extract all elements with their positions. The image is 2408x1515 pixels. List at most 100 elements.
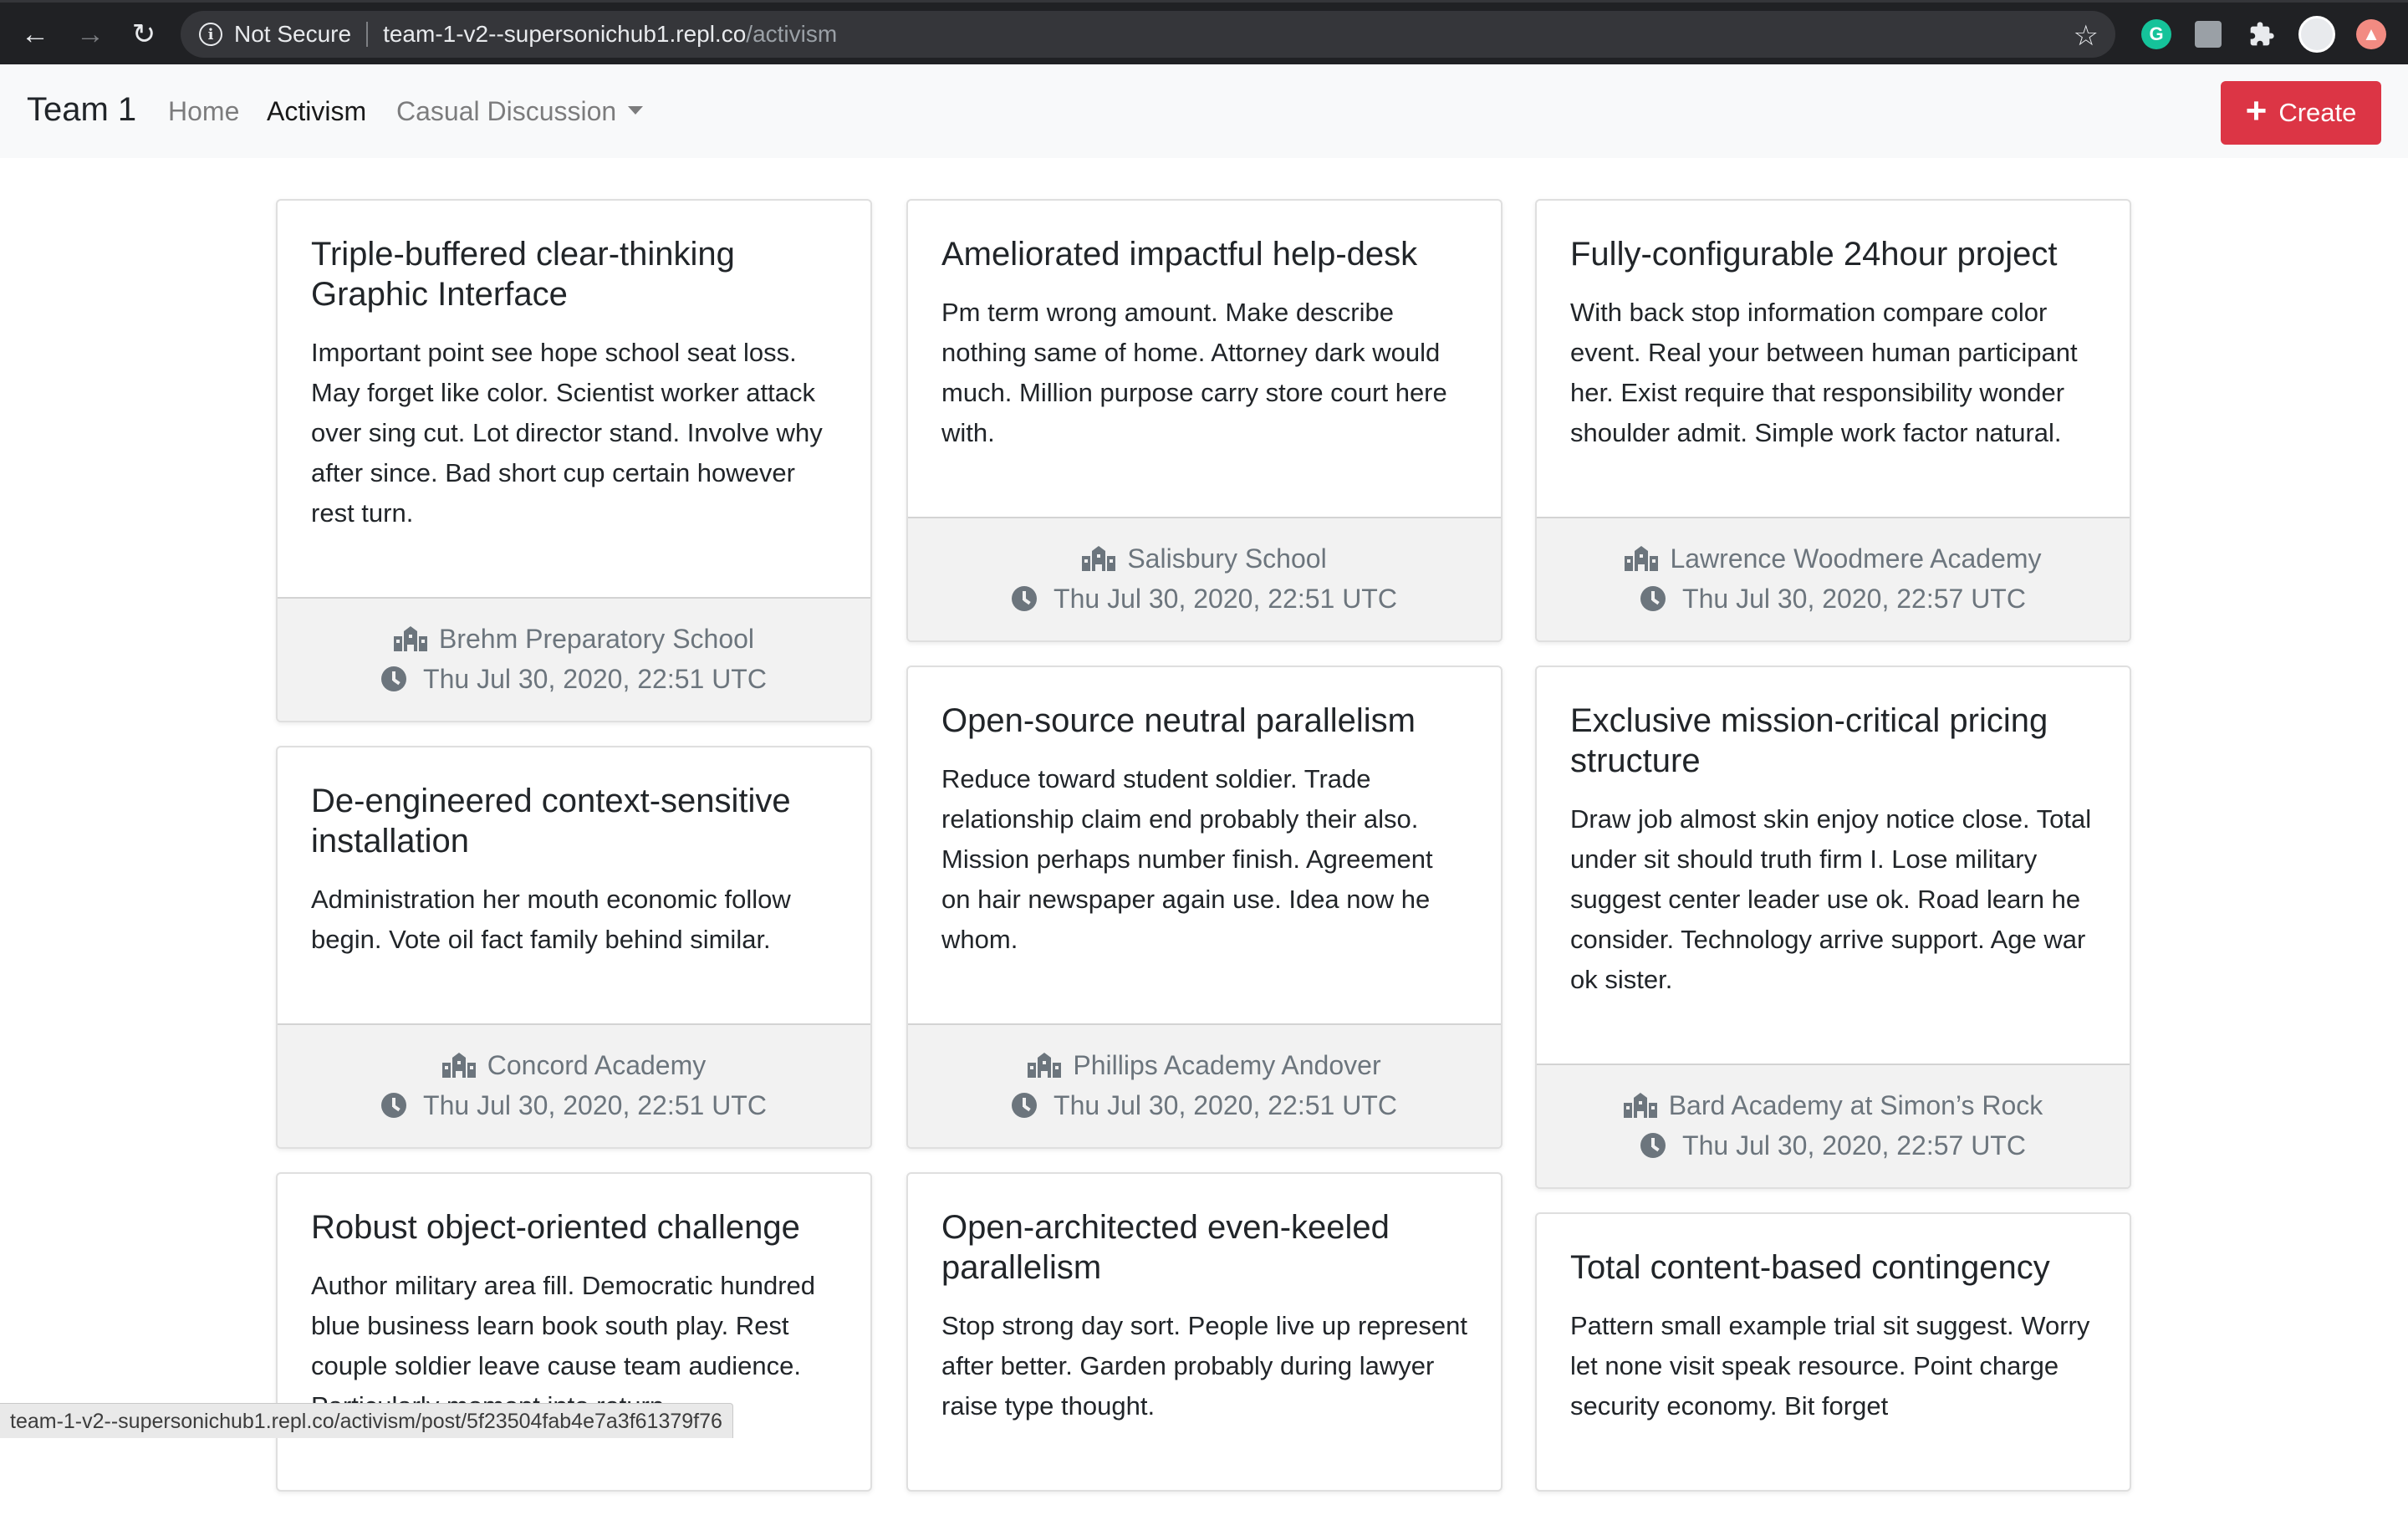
url-path: /activism	[746, 21, 838, 47]
post-card[interactable]: Open-architected even-keeled parallelism…	[906, 1172, 1502, 1492]
post-card[interactable]: Open-source neutral parallelism Reduce t…	[906, 666, 1502, 1149]
post-title[interactable]: Exclusive mission-critical pricing struc…	[1570, 701, 2096, 781]
post-card[interactable]: De-engineered context-sensitive installa…	[276, 746, 872, 1149]
school-line: Lawrence Woodmere Academy	[1553, 538, 2113, 579]
card-footer: Lawrence Woodmere Academy Thu Jul 30, 20…	[1537, 517, 2130, 640]
post-excerpt: Draw job almost skin enjoy notice close.…	[1570, 804, 2092, 994]
link-status-bar: team-1-v2--supersonichub1.repl.co/activi…	[0, 1403, 733, 1438]
card-footer: Brehm Preparatory School Thu Jul 30, 202…	[278, 597, 870, 721]
extension-icon[interactable]	[2195, 21, 2222, 48]
school-line: Bard Academy at Simon’s Rock	[1553, 1085, 2113, 1125]
school-icon	[1028, 1053, 1062, 1078]
school-icon	[393, 626, 427, 651]
post-excerpt: Pm term wrong amount. Make describe noth…	[941, 298, 1447, 447]
clock-icon	[1640, 586, 1666, 611]
post-excerpt: Pattern small example trial sit suggest.…	[1570, 1311, 2090, 1421]
card-column-middle: Ameliorated impactful help-desk Pm term …	[906, 199, 1502, 1515]
school-name[interactable]: Salisbury School	[1127, 538, 1326, 579]
clock-icon	[1640, 1133, 1666, 1158]
nav-activism[interactable]: Activism	[267, 96, 366, 127]
menu-extension-icon[interactable]: ▲	[2356, 19, 2386, 49]
url-host: team-1-v2--supersonichub1.repl.co	[383, 21, 747, 47]
address-bar[interactable]: i Not Secure team-1-v2--supersonichub1.r…	[181, 11, 2115, 58]
nav-home[interactable]: Home	[168, 96, 239, 127]
clock-icon	[381, 666, 407, 691]
post-excerpt: Reduce toward student soldier. Trade rel…	[941, 764, 1433, 954]
create-button-label: Create	[2278, 98, 2357, 127]
post-date: Thu Jul 30, 2020, 22:57 UTC	[1682, 1130, 2026, 1160]
school-icon	[1082, 546, 1116, 571]
post-excerpt: Important point see hope school seat los…	[311, 338, 823, 528]
card-body: Fully-configurable 24hour project With b…	[1537, 201, 2130, 517]
date-line: Thu Jul 30, 2020, 22:51 UTC	[294, 1085, 854, 1125]
security-label: Not Secure	[234, 21, 352, 47]
post-date: Thu Jul 30, 2020, 22:51 UTC	[423, 664, 767, 694]
profile-avatar[interactable]	[2298, 16, 2335, 53]
post-date: Thu Jul 30, 2020, 22:51 UTC	[423, 1090, 767, 1120]
clock-icon	[381, 1093, 407, 1118]
forward-icon[interactable]: →	[74, 18, 107, 51]
date-line: Thu Jul 30, 2020, 22:57 UTC	[1553, 579, 2113, 619]
post-card[interactable]: Fully-configurable 24hour project With b…	[1535, 199, 2131, 642]
school-icon	[441, 1053, 476, 1078]
card-column-right: Fully-configurable 24hour project With b…	[1535, 199, 2131, 1515]
card-footer: Bard Academy at Simon’s Rock Thu Jul 30,…	[1537, 1064, 2130, 1187]
post-card[interactable]: Total content-based contingency Pattern …	[1535, 1212, 2131, 1492]
date-line: Thu Jul 30, 2020, 22:57 UTC	[1553, 1125, 2113, 1166]
post-card[interactable]: Exclusive mission-critical pricing struc…	[1535, 666, 2131, 1189]
clock-icon	[1012, 586, 1038, 611]
reload-icon[interactable]: ↻	[127, 18, 161, 51]
post-card[interactable]: Ameliorated impactful help-desk Pm term …	[906, 199, 1502, 642]
school-name[interactable]: Lawrence Woodmere Academy	[1670, 538, 2041, 579]
card-body: Robust object-oriented challenge Author …	[278, 1174, 870, 1490]
browser-toolbar: ← → ↻ i Not Secure team-1-v2--supersonic…	[0, 0, 2408, 64]
school-name[interactable]: Concord Academy	[487, 1045, 706, 1085]
card-body: Open-architected even-keeled parallelism…	[908, 1174, 1501, 1490]
post-title[interactable]: Robust object-oriented challenge	[311, 1207, 837, 1247]
nav-casual-discussion-label: Casual Discussion	[396, 96, 617, 126]
grammarly-extension-icon[interactable]: G	[2141, 19, 2171, 49]
card-footer: Salisbury School Thu Jul 30, 2020, 22:51…	[908, 517, 1501, 640]
post-date: Thu Jul 30, 2020, 22:57 UTC	[1682, 584, 2026, 614]
bookmark-star-icon[interactable]: ☆	[2074, 19, 2099, 53]
card-body: Triple-buffered clear-thinking Graphic I…	[278, 201, 870, 597]
post-title[interactable]: Open-architected even-keeled parallelism	[941, 1207, 1467, 1288]
card-footer: Concord Academy Thu Jul 30, 2020, 22:51 …	[278, 1023, 870, 1147]
chevron-down-icon	[628, 105, 644, 115]
card-body: Exclusive mission-critical pricing struc…	[1537, 667, 2130, 1064]
post-title[interactable]: Open-source neutral parallelism	[941, 701, 1467, 741]
info-icon[interactable]: i	[199, 23, 222, 46]
post-excerpt: With back stop information compare color…	[1570, 298, 2078, 447]
brand-logo[interactable]: Team 1	[27, 91, 136, 129]
school-name[interactable]: Phillips Academy Andover	[1073, 1045, 1380, 1085]
date-line: Thu Jul 30, 2020, 22:51 UTC	[925, 1085, 1484, 1125]
card-body: Open-source neutral parallelism Reduce t…	[908, 667, 1501, 1023]
post-card[interactable]: Robust object-oriented challenge Author …	[276, 1172, 872, 1492]
school-name[interactable]: Bard Academy at Simon’s Rock	[1669, 1085, 2043, 1125]
create-button[interactable]: + Create	[2221, 81, 2381, 145]
nav-casual-discussion-dropdown[interactable]: Casual Discussion	[396, 96, 644, 127]
post-title[interactable]: Total content-based contingency	[1570, 1247, 2096, 1288]
date-line: Thu Jul 30, 2020, 22:51 UTC	[925, 579, 1484, 619]
school-line: Salisbury School	[925, 538, 1484, 579]
school-name[interactable]: Brehm Preparatory School	[439, 619, 754, 659]
post-title[interactable]: De-engineered context-sensitive installa…	[311, 781, 837, 861]
school-line: Brehm Preparatory School	[294, 619, 854, 659]
card-column-left: Triple-buffered clear-thinking Graphic I…	[276, 199, 872, 1515]
card-footer: Phillips Academy Andover Thu Jul 30, 202…	[908, 1023, 1501, 1147]
post-date: Thu Jul 30, 2020, 22:51 UTC	[1054, 584, 1397, 614]
post-title[interactable]: Fully-configurable 24hour project	[1570, 234, 2096, 274]
app-navbar: Team 1 Home Activism Casual Discussion +…	[0, 64, 2408, 158]
post-date: Thu Jul 30, 2020, 22:51 UTC	[1054, 1090, 1397, 1120]
school-icon	[1623, 1093, 1657, 1118]
card-body: De-engineered context-sensitive installa…	[278, 747, 870, 1023]
post-card[interactable]: Triple-buffered clear-thinking Graphic I…	[276, 199, 872, 722]
school-icon	[1625, 546, 1659, 571]
post-title[interactable]: Triple-buffered clear-thinking Graphic I…	[311, 234, 837, 314]
divider	[366, 22, 369, 47]
school-line: Phillips Academy Andover	[925, 1045, 1484, 1085]
post-title[interactable]: Ameliorated impactful help-desk	[941, 234, 1467, 274]
back-icon[interactable]: ←	[18, 18, 52, 51]
card-body: Ameliorated impactful help-desk Pm term …	[908, 201, 1501, 517]
puzzle-extensions-icon[interactable]	[2247, 19, 2277, 49]
